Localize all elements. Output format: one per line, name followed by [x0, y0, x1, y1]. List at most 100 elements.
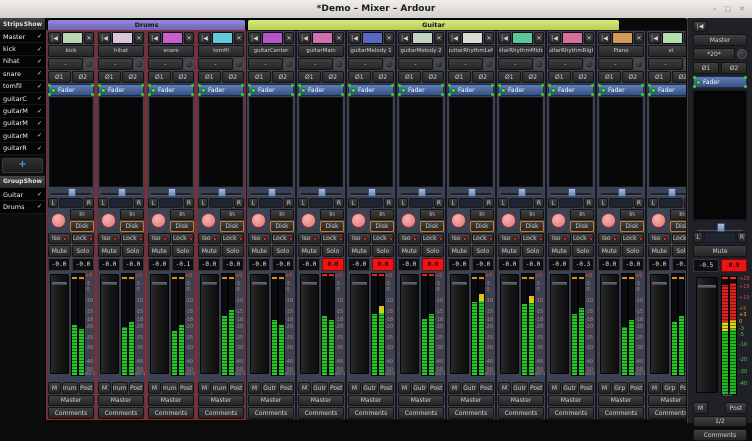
strip-close-icon[interactable]: ✕ — [134, 32, 144, 44]
pan-left-button[interactable]: L — [648, 198, 658, 208]
strip-name-button[interactable]: tomfil — [198, 45, 244, 57]
solo-isolate-button[interactable]: Iso — [298, 233, 321, 244]
group-button[interactable]: Gutr — [562, 382, 578, 394]
mute-button[interactable]: Mute — [498, 245, 521, 257]
strip-hide-button[interactable]: |◀ — [98, 32, 111, 44]
strip-name-button[interactable]: guitarRhythmRight — [548, 45, 594, 57]
output-button[interactable]: Master — [398, 395, 444, 406]
mute-button[interactable]: Mute — [598, 245, 621, 257]
phase2-button[interactable]: Ø2 — [572, 71, 595, 83]
comments-button[interactable]: Comments — [248, 407, 294, 419]
solo-safe-button[interactable]: Lock — [222, 233, 245, 244]
mono-button[interactable]: M — [198, 382, 211, 394]
processor-fader-entry[interactable]: Fader — [693, 76, 747, 88]
processor-fader-entry[interactable]: Fader — [648, 84, 686, 96]
phase1-button[interactable]: Ø1 — [648, 71, 671, 83]
pan-right-button[interactable]: R — [484, 198, 494, 208]
phase2-button[interactable]: Ø2 — [672, 71, 687, 83]
mono-button[interactable]: M — [598, 382, 611, 394]
solo-button[interactable]: Solo — [172, 245, 195, 257]
strip-list-item[interactable]: guitarM✓ — [0, 105, 45, 117]
strip-input-button[interactable]: - — [348, 58, 383, 70]
pan-slider[interactable] — [597, 187, 645, 197]
monitor-input-button[interactable]: In — [670, 209, 686, 220]
solo-isolate-button[interactable]: Iso — [648, 233, 671, 244]
processor-active-led[interactable] — [151, 88, 156, 93]
processor-active-led[interactable] — [51, 88, 56, 93]
strip-color-swatch[interactable] — [362, 32, 383, 44]
processor-fader-entry[interactable]: Fader — [148, 84, 194, 96]
gain-fader[interactable] — [150, 274, 169, 374]
mute-button[interactable]: Mute — [548, 245, 571, 257]
strip-hide-button[interactable]: |◀ — [348, 32, 361, 44]
strip-name-button[interactable]: guitarMelody 2 — [398, 45, 444, 57]
strip-visible-check[interactable]: ✓ — [37, 33, 42, 40]
processor-box[interactable] — [149, 97, 193, 187]
solo-safe-button[interactable]: Lock — [72, 233, 95, 244]
mute-button[interactable]: Mute — [198, 245, 221, 257]
gain-display[interactable]: -0.0 — [548, 258, 570, 271]
solo-button[interactable]: Solo — [322, 245, 345, 257]
mono-button[interactable]: M — [348, 382, 361, 394]
phase2-button[interactable]: Ø2 — [372, 71, 395, 83]
master-peak-display[interactable]: 0.9 — [721, 259, 747, 272]
strip-close-icon[interactable]: ✕ — [484, 32, 494, 44]
processor-box[interactable] — [49, 97, 93, 187]
strip-close-icon[interactable]: ✕ — [534, 32, 544, 44]
solo-safe-button[interactable]: Lock — [622, 233, 645, 244]
record-enable-button[interactable] — [451, 213, 466, 228]
record-enable-button[interactable] — [101, 213, 116, 228]
processor-fader-entry[interactable]: Fader — [198, 84, 244, 96]
strip-hide-button[interactable]: |◀ — [398, 32, 411, 44]
master-name-button[interactable]: Master — [693, 34, 747, 46]
pan-slider[interactable] — [447, 187, 495, 197]
pan-slider[interactable] — [297, 187, 345, 197]
trim-knob[interactable] — [84, 59, 94, 69]
strip-list-item[interactable]: guitarM✓ — [0, 130, 45, 142]
phase1-button[interactable]: Ø1 — [498, 71, 521, 83]
strip-hide-button[interactable]: |◀ — [498, 32, 511, 44]
strip-input-button[interactable]: - — [548, 58, 583, 70]
metering-point-button[interactable]: Post — [129, 382, 145, 394]
group-list-item[interactable]: Drums✓ — [0, 201, 45, 213]
master-trim-knob[interactable] — [737, 49, 747, 59]
trim-knob[interactable] — [434, 59, 444, 69]
gain-fader[interactable] — [400, 274, 419, 374]
strip-list-item[interactable]: guitarM✓ — [0, 118, 45, 130]
strip-input-button[interactable]: - — [48, 58, 83, 70]
strip-name-button[interactable]: guitarCenter — [248, 45, 294, 57]
mute-button[interactable]: Mute — [448, 245, 471, 257]
peak-display[interactable]: -0.0 — [72, 258, 94, 271]
gain-display[interactable]: -0.0 — [448, 258, 470, 271]
solo-safe-button[interactable]: Lock — [322, 233, 345, 244]
group-button[interactable]: Grp — [662, 382, 678, 394]
gain-fader[interactable] — [200, 274, 219, 374]
strip-color-swatch[interactable] — [162, 32, 183, 44]
solo-safe-button[interactable]: Lock — [122, 233, 145, 244]
solo-isolate-button[interactable]: Iso — [198, 233, 221, 244]
strip-hide-button[interactable]: |◀ — [548, 32, 561, 44]
monitor-input-button[interactable]: In — [420, 209, 444, 220]
peak-display[interactable]: 0.0 — [372, 258, 394, 271]
gain-display[interactable]: -0.0 — [648, 258, 670, 271]
processor-active-led[interactable] — [401, 88, 406, 93]
record-enable-button[interactable] — [201, 213, 216, 228]
mono-button[interactable]: M — [498, 382, 511, 394]
phase2-button[interactable]: Ø2 — [272, 71, 295, 83]
pan-handle[interactable] — [368, 188, 376, 197]
strip-close-icon[interactable]: ✕ — [184, 32, 194, 44]
processor-box[interactable] — [99, 97, 143, 187]
mono-button[interactable]: M — [148, 382, 161, 394]
gain-display[interactable]: -0.0 — [248, 258, 270, 271]
solo-button[interactable]: Solo — [422, 245, 445, 257]
pan-slider[interactable] — [97, 187, 145, 197]
monitor-input-button[interactable]: In — [620, 209, 644, 220]
gain-fader[interactable] — [350, 274, 369, 374]
processor-fader-entry[interactable]: Fader — [48, 84, 94, 96]
solo-safe-button[interactable]: Lock — [472, 233, 495, 244]
mono-button[interactable]: M — [98, 382, 111, 394]
processor-box[interactable] — [299, 97, 343, 187]
processor-active-led[interactable] — [101, 88, 106, 93]
group-list-item[interactable]: Guitar✓ — [0, 189, 45, 201]
output-button[interactable]: Master — [298, 395, 344, 406]
